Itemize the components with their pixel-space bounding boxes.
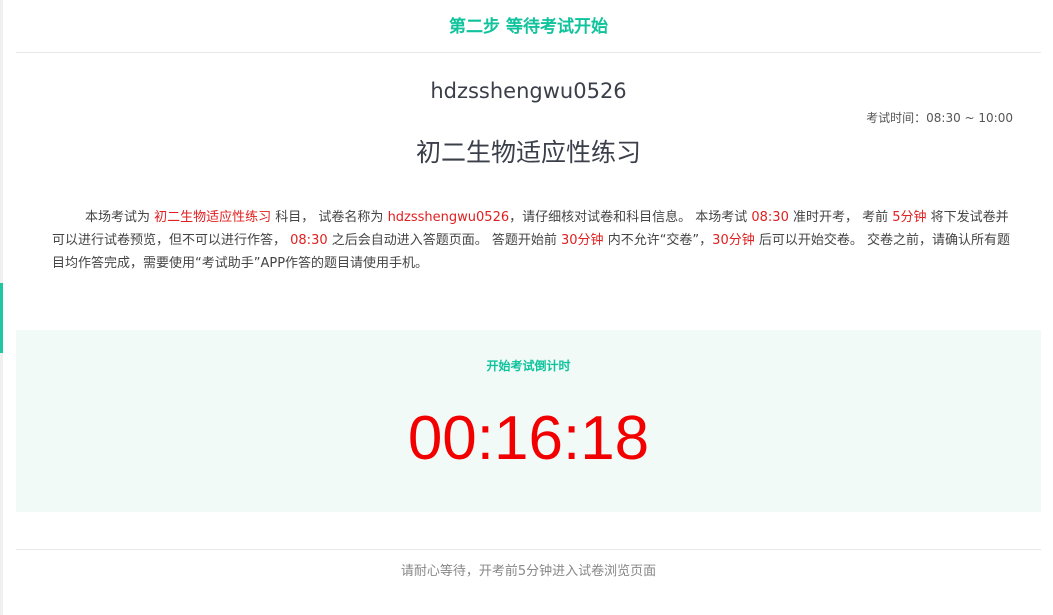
countdown-label: 开始考试倒计时 <box>486 359 571 373</box>
left-accent-bar <box>0 283 3 353</box>
step-title: 第二步 等待考试开始 <box>16 0 1041 53</box>
notice-text: 科目， 试卷名称为 <box>271 210 388 225</box>
notice-text: ，请仔细核对试卷和科目信息。 本场考试 <box>509 210 752 225</box>
notice-start-time-2: 08:30 <box>290 233 328 248</box>
notice-paper-name: hdzsshengwu0526 <box>387 210 510 225</box>
footer-hint: 请耐心等待，开考前5分钟进入试卷浏览页面 <box>16 549 1041 587</box>
page: 第二步 等待考试开始 hdzsshengwu0526 考试时间：08:30 ~ … <box>16 0 1041 615</box>
exam-code: hdzsshengwu0526 <box>430 79 627 103</box>
notice-text: 之后会自动进入答题页面。 答题开始前 <box>327 233 562 248</box>
notice-submit-minutes: 30分钟 <box>712 233 755 248</box>
notice-text: 本场考试为 <box>85 210 155 225</box>
countdown-timer: 00:16:18 <box>407 404 650 473</box>
notice-subject: 初二生物适应性练习 <box>154 210 272 225</box>
notice-preview-minutes: 5分钟 <box>892 210 927 225</box>
countdown-panel: 开始考试倒计时 00:16:18 <box>16 330 1041 512</box>
exam-notice: 本场考试为 初二生物适应性练习 科目， 试卷名称为 hdzsshengwu052… <box>52 206 1015 276</box>
notice-no-submit-minutes: 30分钟 <box>561 233 604 248</box>
exam-time: 考试时间：08:30 ~ 10:00 <box>866 111 1013 125</box>
exam-title: 初二生物适应性练习 <box>415 138 641 167</box>
notice-text: 内不允许“交卷”， <box>603 233 713 248</box>
notice-text: 准时开考， 考前 <box>788 210 893 225</box>
notice-start-time: 08:30 <box>751 210 789 225</box>
